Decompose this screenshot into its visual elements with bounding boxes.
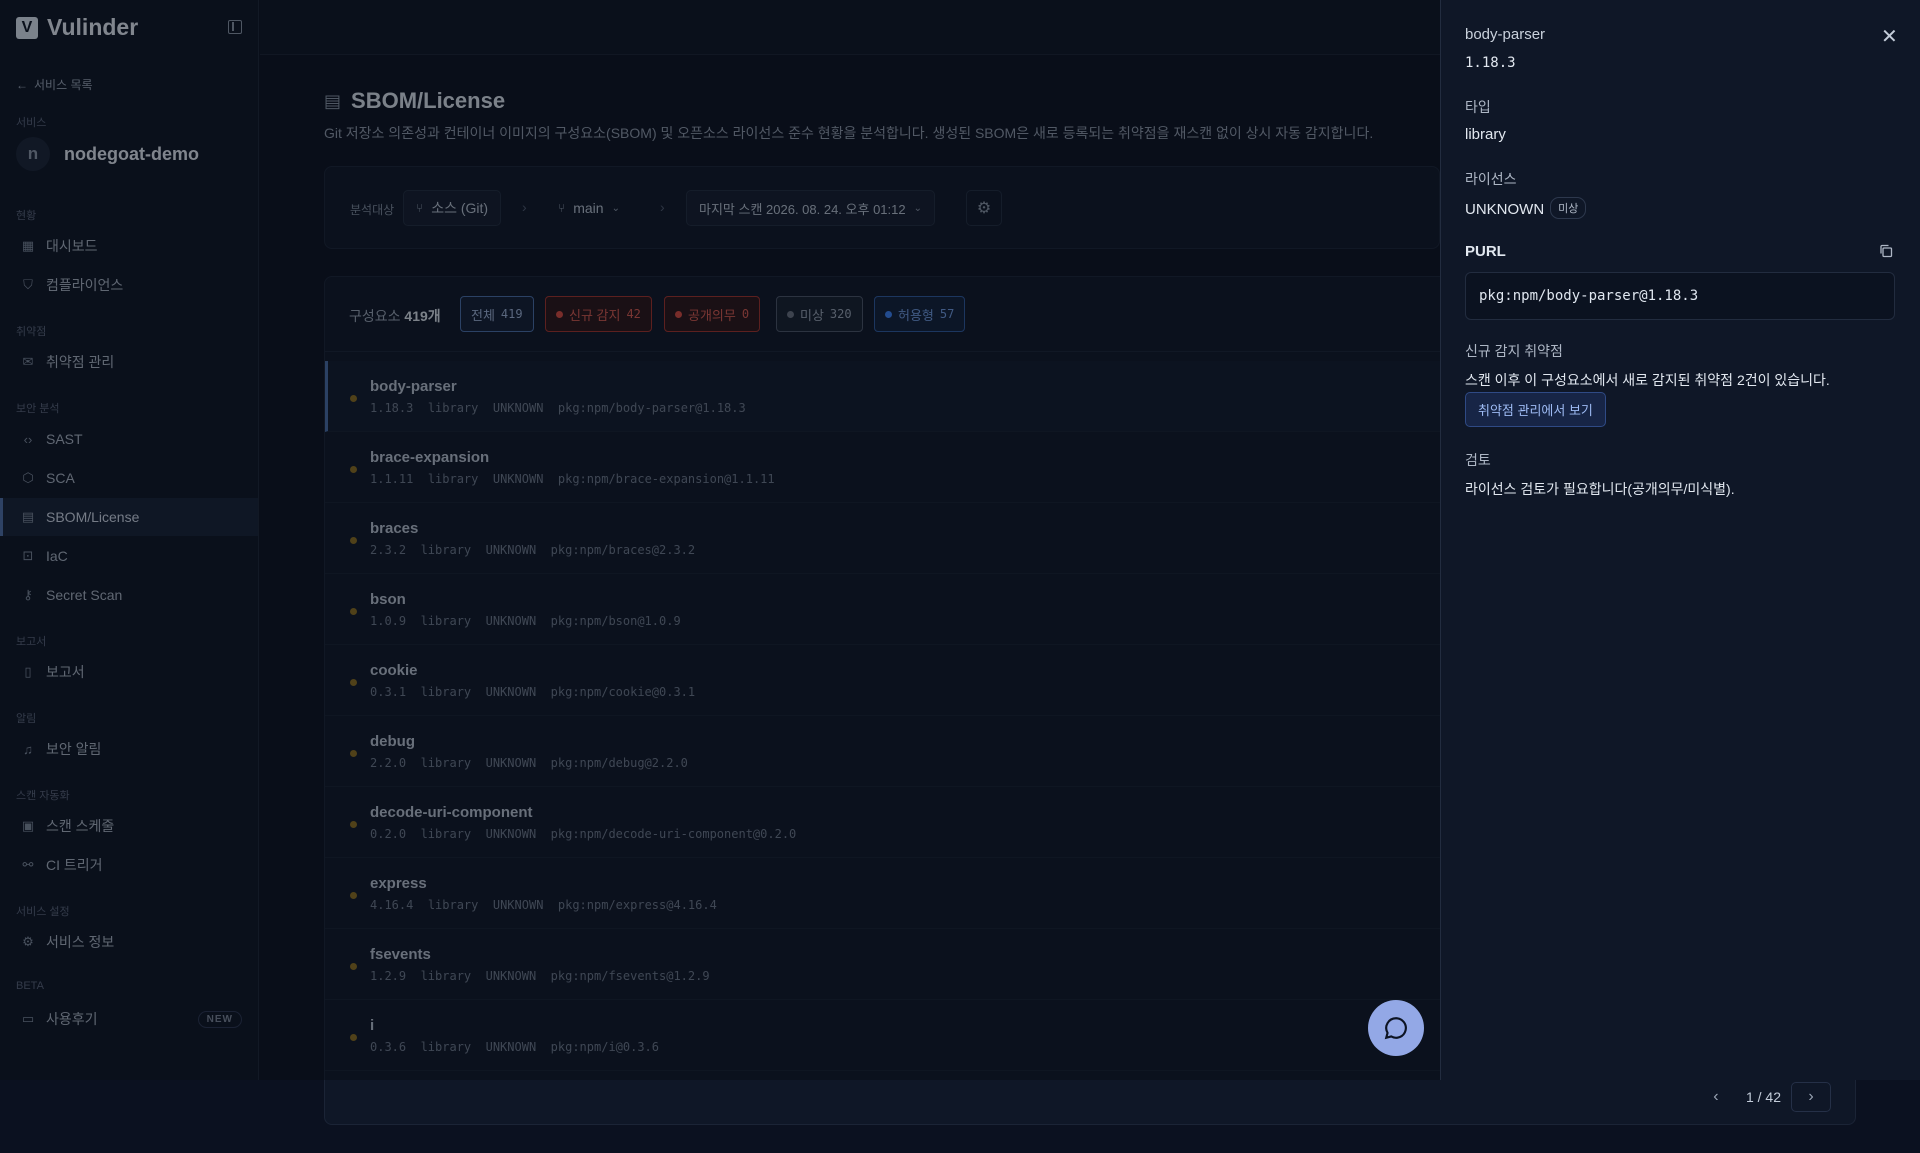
detail-license-value: UNKNOWN [1465,201,1545,218]
next-page-button[interactable]: › [1791,1082,1831,1112]
chat-bubble-icon [1384,1017,1407,1040]
chat-button[interactable] [1368,1000,1424,1056]
license-status-badge: 미상 [1550,197,1587,219]
copy-icon[interactable] [1879,244,1893,258]
detail-new-vuln-text: 스캔 이후 이 구성요소에서 새로 감지된 취약점 2건이 있습니다. [1465,372,1830,388]
detail-component-name: body-parser [1465,26,1546,43]
detail-license-label: 라이선스 [1465,171,1517,187]
view-in-vuln-management-button[interactable]: 취약점 관리에서 보기 [1465,392,1606,427]
detail-purl-label: PURL [1465,243,1506,260]
detail-review-label: 검토 [1465,452,1491,468]
page-indicator: 1 / 42 [1745,1089,1781,1105]
pagination: ‹ 1 / 42 › [1696,1082,1831,1112]
detail-component-version: 1.18.3 [1465,55,1516,71]
detail-type-value: library [1465,126,1506,143]
detail-license-value-wrap: UNKNOWN 미상 [1465,197,1587,219]
prev-page-button[interactable]: ‹ [1696,1082,1736,1112]
detail-review-text: 라이선스 검토가 필요합니다(공개의무/미식별). [1465,481,1735,497]
component-detail-drawer: ✕ body-parser 1.18.3 타입 library 라이선스 UNK… [1440,0,1920,1080]
close-icon[interactable]: ✕ [1881,24,1898,49]
detail-new-vuln-label: 신규 감지 취약점 [1465,343,1563,359]
detail-purl-value[interactable]: pkg:npm/body-parser@1.18.3 [1465,272,1895,320]
modal-backdrop[interactable] [0,0,1440,1080]
detail-type-label: 타입 [1465,99,1491,115]
